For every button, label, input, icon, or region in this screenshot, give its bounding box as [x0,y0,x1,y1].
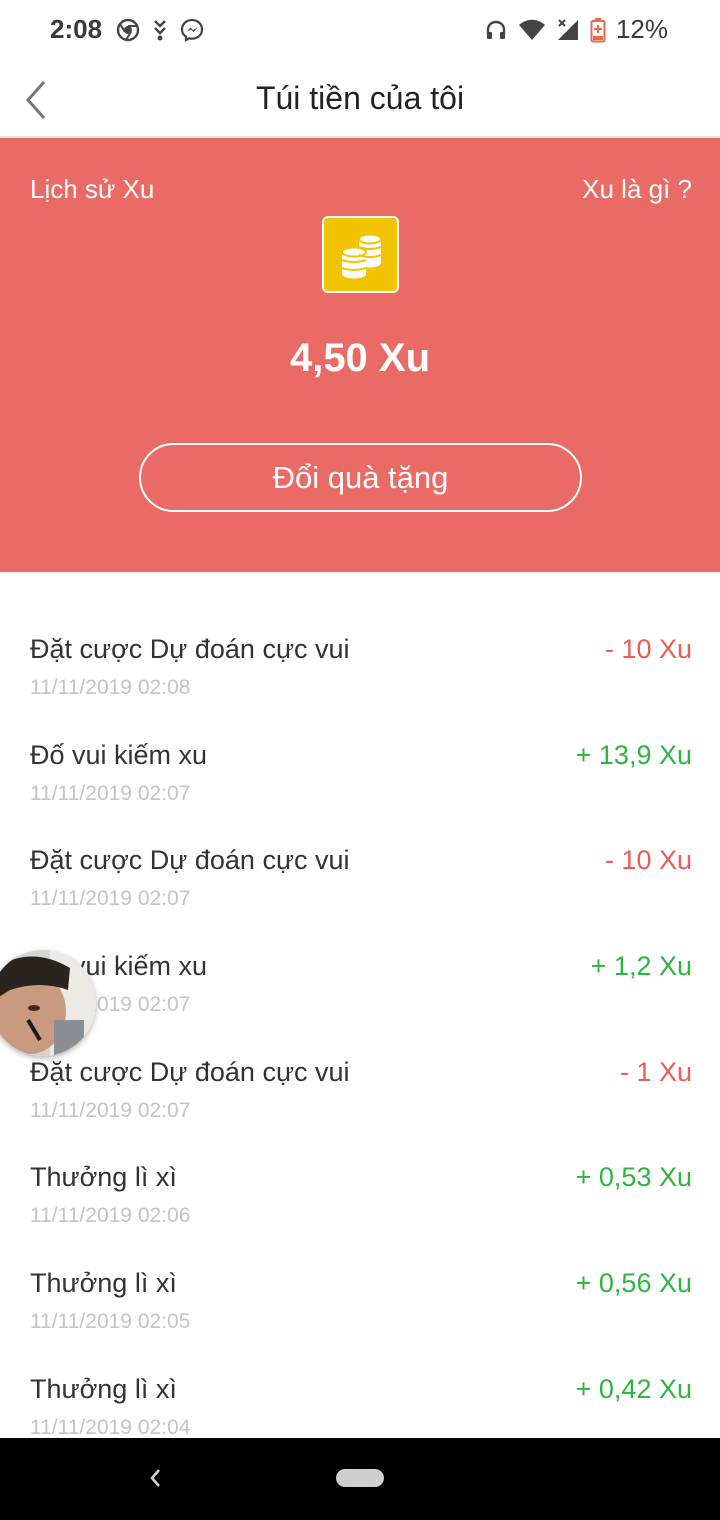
signal-icon [557,18,578,40]
nav-back-icon [150,1469,160,1487]
status-time: 2:08 [50,14,103,44]
chrome-icon [116,18,140,42]
transaction-amount: + 13,9 Xu [575,739,692,770]
transaction-title: Thưởng lì xì [30,1162,177,1193]
transaction-time: 11/11/2019 02:07 [30,1098,191,1122]
list-item: Thưởng lì xì 11/11/2019 02:06 + 0,53 Xu [0,1148,720,1254]
transaction-title: Đố vui kiếm xu [30,739,208,770]
list-item: Thưởng lì xì 11/11/2019 02:04 + 0,42 Xu [0,1360,720,1438]
transaction-amount: + 0,56 Xu [575,1268,692,1299]
wifi-icon [518,19,545,40]
page-title: Túi tiền của tôi [255,80,465,116]
transaction-amount: + 0,53 Xu [575,1162,692,1193]
transaction-time: 11/11/2019 02:05 [30,1310,191,1334]
battery-percentage: 12% [615,14,668,44]
status-system-icons: 12% [484,14,668,45]
messenger-icon [180,18,204,42]
list-item: Đố vui kiếm xu 11/11/2019 02:07 + 13,9 X… [0,726,720,832]
app-header: Túi tiền của tôi [0,62,720,138]
wallet-card: Lịch sử Xu Xu là gì ? 4,50 Xu Đổi quà tặ… [0,138,720,572]
transaction-title: Đặt cược Dự đoán cực vui [30,845,350,876]
transaction-amount: - 10 Xu [604,634,692,664]
transaction-amount: + 1,2 Xu [590,951,692,982]
system-nav-bar [0,1438,720,1520]
transaction-time: 11/11/2019 02:06 [30,1204,191,1228]
coin-history-link[interactable]: Lịch sử Xu [30,174,154,205]
list-item: Thưởng lì xì 11/11/2019 02:05 + 0,56 Xu [0,1254,720,1360]
nav-back-button[interactable] [144,1464,166,1497]
coin-stack-icon [322,216,399,293]
status-bar: 2:08 12% [0,0,720,62]
transaction-title: Thưởng lì xì [30,1373,177,1404]
list-item: Đố vui kiếm xu 11/11/2019 02:07 + 1,2 Xu [0,937,720,1043]
headphones-icon [486,20,506,39]
transaction-title: Đặt cược Dự đoán cực vui [30,1056,350,1087]
transaction-time: 11/11/2019 02:08 [30,676,191,699]
list-item: Đặt cược Dự đoán cực vui 11/11/2019 02:0… [0,831,720,937]
section-divider [0,572,720,574]
list-item: Đặt cược Dự đoán cực vui 11/11/2019 02:0… [0,620,720,726]
status-notification-icons [116,18,204,42]
transaction-time: 11/11/2019 02:07 [30,781,191,805]
nav-home-pill[interactable] [336,1469,384,1487]
transaction-time: 11/11/2019 02:07 [30,887,191,911]
list-item: Đặt cược Dự đoán cực vui 11/11/2019 02:0… [0,1043,720,1149]
transaction-amount: + 0,42 Xu [575,1373,692,1404]
what-is-coin-link[interactable]: Xu là gì ? [582,174,692,205]
transaction-time: 11/11/2019 02:04 [30,1415,191,1438]
transaction-title: Thưởng lì xì [30,1268,177,1299]
transaction-title: Đặt cược Dự đoán cực vui [30,634,350,664]
transaction-list: Đặt cược Dự đoán cực vui 11/11/2019 02:0… [0,620,720,1438]
transaction-amount: - 10 Xu [604,845,692,876]
transaction-amount: - 1 Xu [619,1056,692,1087]
download-icon [154,20,166,41]
redeem-gift-button[interactable]: Đổi quà tặng [139,443,582,512]
battery-icon [590,17,606,42]
coin-balance: 4,50 Xu [289,336,431,380]
